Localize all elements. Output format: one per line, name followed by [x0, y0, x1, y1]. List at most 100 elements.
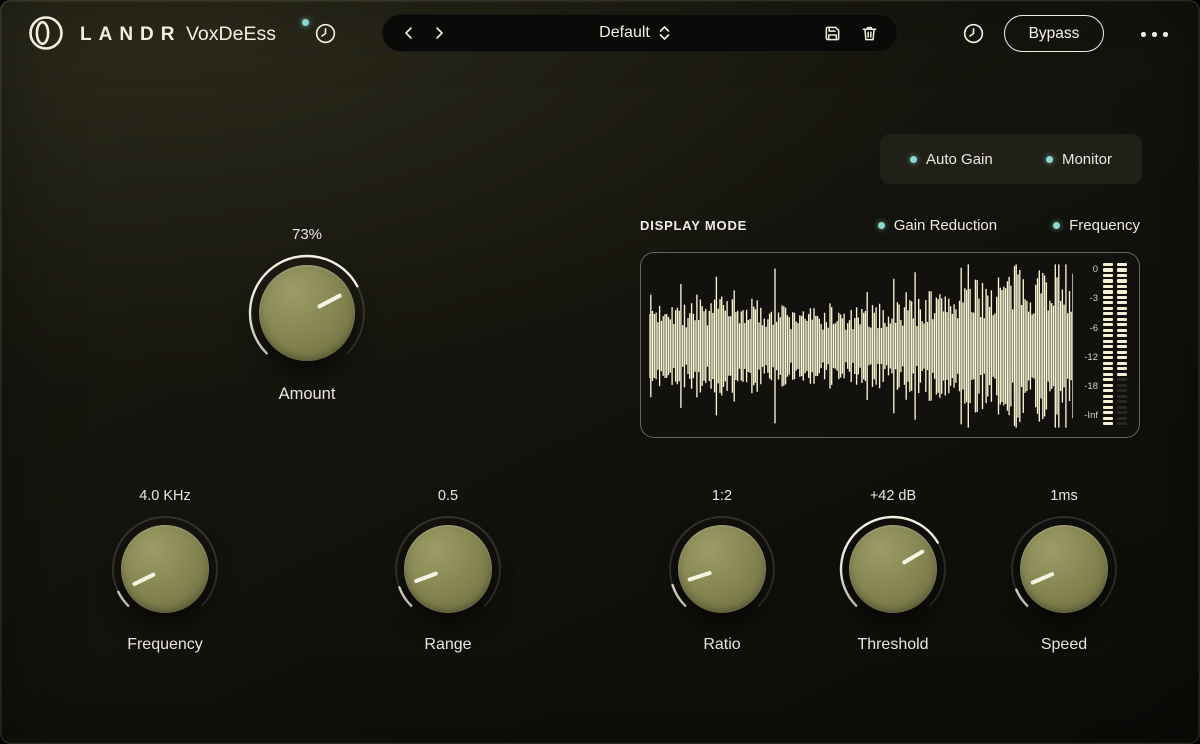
frequency-knob[interactable] — [109, 513, 221, 625]
clock-icon — [315, 23, 336, 44]
meter-segment — [1117, 416, 1127, 420]
frequency-label: Frequency — [127, 636, 203, 653]
meter-segment — [1103, 263, 1113, 267]
meter-segment — [1117, 361, 1127, 365]
amount-knob[interactable] — [246, 252, 368, 374]
auto-gain-indicator-dot — [910, 155, 917, 163]
meter-segment — [1117, 301, 1127, 305]
knob-body — [678, 525, 766, 613]
meter-segment — [1103, 339, 1113, 343]
speed-value: 1ms — [1050, 488, 1078, 504]
meter-segment — [1117, 405, 1127, 409]
meter-segment — [1117, 367, 1127, 371]
gain-reduction-mode-toggle[interactable]: Gain Reduction — [877, 217, 997, 234]
meter-segment — [1117, 345, 1127, 349]
meter-segment — [1117, 290, 1127, 294]
meter-segment — [1103, 350, 1113, 354]
meter-segment — [1103, 312, 1113, 316]
waveform-graph — [649, 264, 1073, 428]
frequency-mode-toggle[interactable]: Frequency — [1053, 217, 1140, 234]
monitor-toggle[interactable]: Monitor — [1045, 151, 1112, 168]
meter-segment — [1117, 312, 1127, 316]
auto-gain-toggle[interactable]: Auto Gain — [910, 151, 993, 168]
meter-segment — [1117, 356, 1127, 360]
meter-segment — [1103, 411, 1113, 415]
meter-segment — [1117, 422, 1127, 426]
meter-segment — [1103, 273, 1113, 278]
meter-segment — [1103, 323, 1113, 327]
meter-segment — [1103, 400, 1113, 404]
frequency-value: 4.0 KHz — [139, 488, 191, 504]
meter-segment — [1117, 394, 1127, 398]
ellipsis-icon — [1163, 32, 1168, 37]
meter-segment — [1103, 295, 1113, 299]
knob-body — [121, 525, 209, 613]
product-name: VoxDeEss — [186, 23, 276, 45]
meter-segment — [1103, 356, 1113, 360]
history-button-left[interactable] — [300, 16, 344, 50]
gain-reduction-indicator-dot — [877, 222, 885, 229]
frequency-indicator-dot — [1053, 222, 1061, 229]
meter-segment — [1117, 273, 1127, 278]
amount-value: 73% — [291, 226, 323, 243]
range-value: 0.5 — [437, 488, 459, 504]
save-icon — [825, 26, 840, 40]
meter-segment — [1117, 328, 1127, 332]
meter-segment — [1103, 422, 1113, 426]
previous-preset-button[interactable] — [401, 25, 417, 41]
threshold-value: +42 dB — [869, 488, 917, 504]
level-meter — [1103, 261, 1127, 429]
meter-segment — [1117, 268, 1127, 272]
meter-segment — [1103, 367, 1113, 371]
range-knob-group: 0.5 Range — [373, 488, 523, 654]
meter-segment — [1117, 350, 1127, 354]
meter-segment — [1103, 279, 1113, 283]
meter-segment — [1117, 334, 1127, 338]
ratio-knob[interactable] — [666, 513, 778, 625]
knob-body — [849, 525, 937, 613]
speed-label: Speed — [1040, 636, 1088, 653]
ratio-label: Ratio — [703, 636, 741, 653]
range-knob[interactable] — [392, 513, 504, 625]
amount-knob-group: 73% Amount — [237, 226, 377, 404]
threshold-knob-group: +42 dB Threshold — [818, 488, 968, 654]
frequency-mode-label: Frequency — [1069, 217, 1140, 234]
knob-body — [1020, 525, 1108, 613]
meter-label: -Inf — [1084, 410, 1098, 422]
next-preset-button[interactable] — [431, 25, 447, 41]
meter-segment — [1117, 383, 1127, 387]
delete-preset-button[interactable] — [860, 24, 879, 43]
bypass-button[interactable]: Bypass — [1004, 15, 1104, 52]
meter-segment — [1103, 317, 1113, 321]
threshold-label: Threshold — [857, 636, 929, 653]
meter-segment — [1117, 284, 1127, 289]
meter-segment — [1103, 372, 1113, 376]
more-menu-button[interactable] — [1138, 29, 1171, 40]
chevron-up-down-icon — [659, 26, 670, 40]
range-label: Range — [424, 636, 472, 653]
meter-segment — [1103, 284, 1113, 289]
meter-segment — [1103, 334, 1113, 338]
meter-segment — [1103, 378, 1113, 382]
meter-column-left — [1103, 263, 1113, 429]
speed-knob[interactable] — [1008, 513, 1120, 625]
meter-segment — [1117, 411, 1127, 415]
meter-segment — [1103, 301, 1113, 305]
amount-label: Amount — [278, 385, 336, 403]
meter-column-right — [1117, 263, 1127, 429]
meter-segment — [1117, 306, 1127, 310]
knob-body — [259, 265, 355, 361]
meter-segment — [1103, 268, 1113, 272]
meter-segment — [1117, 263, 1127, 267]
meter-label: -18 — [1084, 381, 1098, 393]
preset-selector[interactable]: Default — [447, 24, 823, 42]
history-button-right[interactable] — [948, 16, 992, 50]
output-options-panel: Auto Gain Monitor — [880, 134, 1142, 184]
knob-body — [404, 525, 492, 613]
save-preset-button[interactable] — [823, 24, 842, 43]
meter-segment — [1103, 345, 1113, 349]
ratio-value: 1:2 — [711, 488, 733, 504]
brand-name: LANDR — [80, 24, 182, 45]
threshold-knob[interactable] — [837, 513, 949, 625]
meter-segment — [1117, 295, 1127, 299]
